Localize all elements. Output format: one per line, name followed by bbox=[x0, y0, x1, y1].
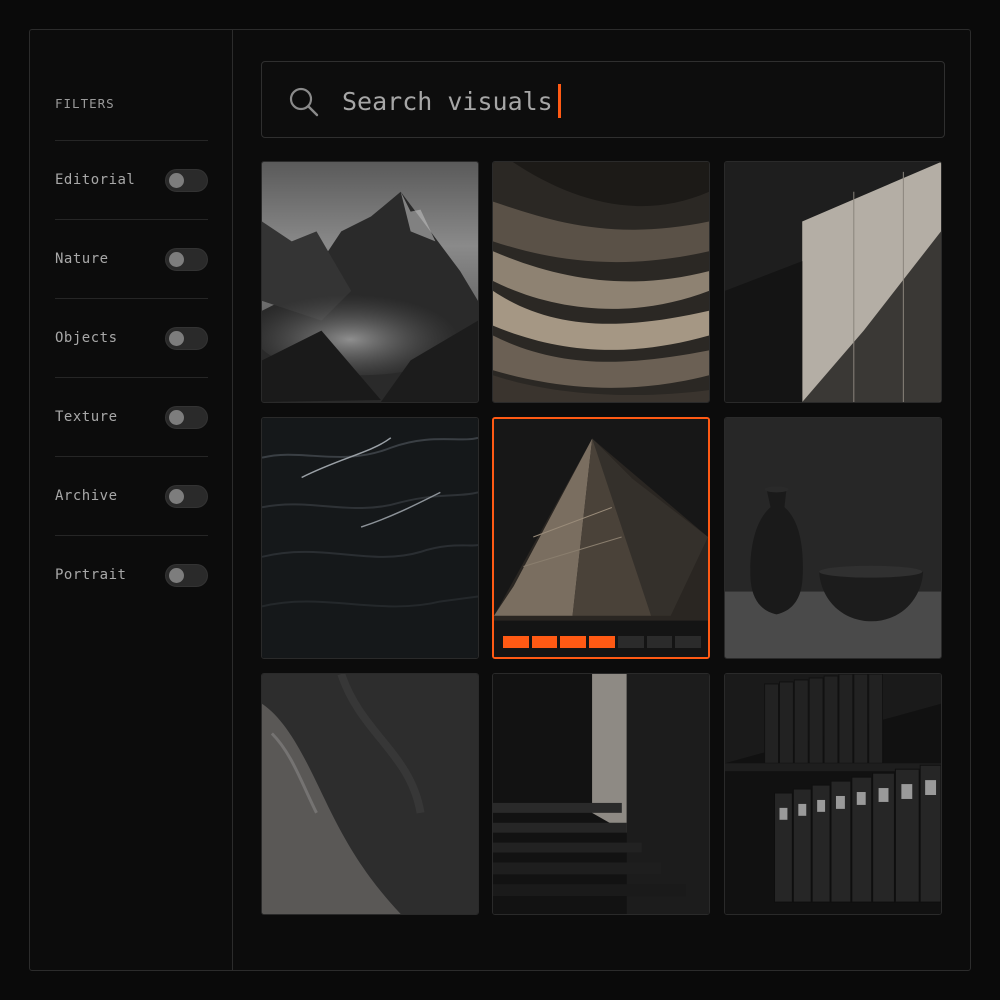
toggle-knob bbox=[169, 331, 184, 346]
progress-segment bbox=[646, 636, 673, 648]
filter-row-objects: Objects bbox=[55, 298, 208, 377]
image-grid bbox=[261, 161, 945, 915]
image-tile-concrete-light[interactable] bbox=[724, 161, 942, 403]
image-tile-archive[interactable] bbox=[724, 673, 942, 915]
progress-segment bbox=[675, 636, 702, 648]
filter-label-editorial: Editorial bbox=[55, 172, 136, 188]
filters-title: FILTERS bbox=[55, 96, 115, 111]
filter-row-editorial: Editorial bbox=[55, 140, 208, 219]
toggle-knob bbox=[169, 173, 184, 188]
toggle-archive[interactable] bbox=[165, 485, 208, 508]
search-bar[interactable] bbox=[261, 61, 945, 138]
search-input[interactable] bbox=[342, 82, 802, 120]
toggle-knob bbox=[169, 252, 184, 267]
image-tile-ocean[interactable] bbox=[261, 417, 479, 659]
mountains-image bbox=[262, 162, 478, 402]
toggle-knob bbox=[169, 568, 184, 583]
toggle-texture[interactable] bbox=[165, 406, 208, 429]
archive-image bbox=[725, 674, 941, 914]
text-cursor bbox=[558, 84, 561, 118]
progress-segment bbox=[560, 636, 587, 648]
toggle-knob bbox=[169, 410, 184, 425]
ocean-image bbox=[262, 418, 478, 658]
progress-segment bbox=[589, 636, 615, 648]
filter-label-archive: Archive bbox=[55, 488, 118, 504]
concrete-light-image bbox=[725, 162, 941, 402]
image-tile-vase[interactable] bbox=[724, 417, 942, 659]
toggle-objects[interactable] bbox=[165, 327, 208, 350]
filter-label-portrait: Portrait bbox=[55, 567, 127, 583]
filter-row-nature: Nature bbox=[55, 219, 208, 298]
rock-pyramid-image bbox=[494, 419, 708, 657]
filter-row-portrait: Portrait bbox=[55, 535, 208, 614]
filter-label-objects: Objects bbox=[55, 330, 118, 346]
toggle-nature[interactable] bbox=[165, 248, 208, 271]
app-frame: FILTERS Editorial Nature Objects Texture… bbox=[29, 29, 971, 971]
image-tile-rock-texture[interactable] bbox=[492, 161, 710, 403]
filter-row-archive: Archive bbox=[55, 456, 208, 535]
image-tile-rock-pyramid[interactable] bbox=[492, 417, 710, 659]
toggle-editorial[interactable] bbox=[165, 169, 208, 192]
peeling-wall-image bbox=[262, 674, 478, 914]
filter-label-nature: Nature bbox=[55, 251, 109, 267]
progress-bar bbox=[503, 636, 702, 648]
image-tile-staircase[interactable] bbox=[492, 673, 710, 915]
vase-image bbox=[725, 418, 941, 658]
filter-label-texture: Texture bbox=[55, 409, 118, 425]
image-tile-peeling-wall[interactable] bbox=[261, 673, 479, 915]
image-tile-mountains[interactable] bbox=[261, 161, 479, 403]
filters-sidebar: FILTERS Editorial Nature Objects Texture… bbox=[30, 30, 233, 970]
progress-segment bbox=[503, 636, 529, 648]
staircase-image bbox=[493, 674, 709, 914]
toggle-portrait[interactable] bbox=[165, 564, 208, 587]
progress-segment bbox=[617, 636, 644, 648]
toggle-knob bbox=[169, 489, 184, 504]
progress-segment bbox=[531, 636, 558, 648]
search-icon bbox=[289, 87, 319, 117]
filter-row-texture: Texture bbox=[55, 377, 208, 456]
rock-texture-image bbox=[493, 162, 709, 402]
